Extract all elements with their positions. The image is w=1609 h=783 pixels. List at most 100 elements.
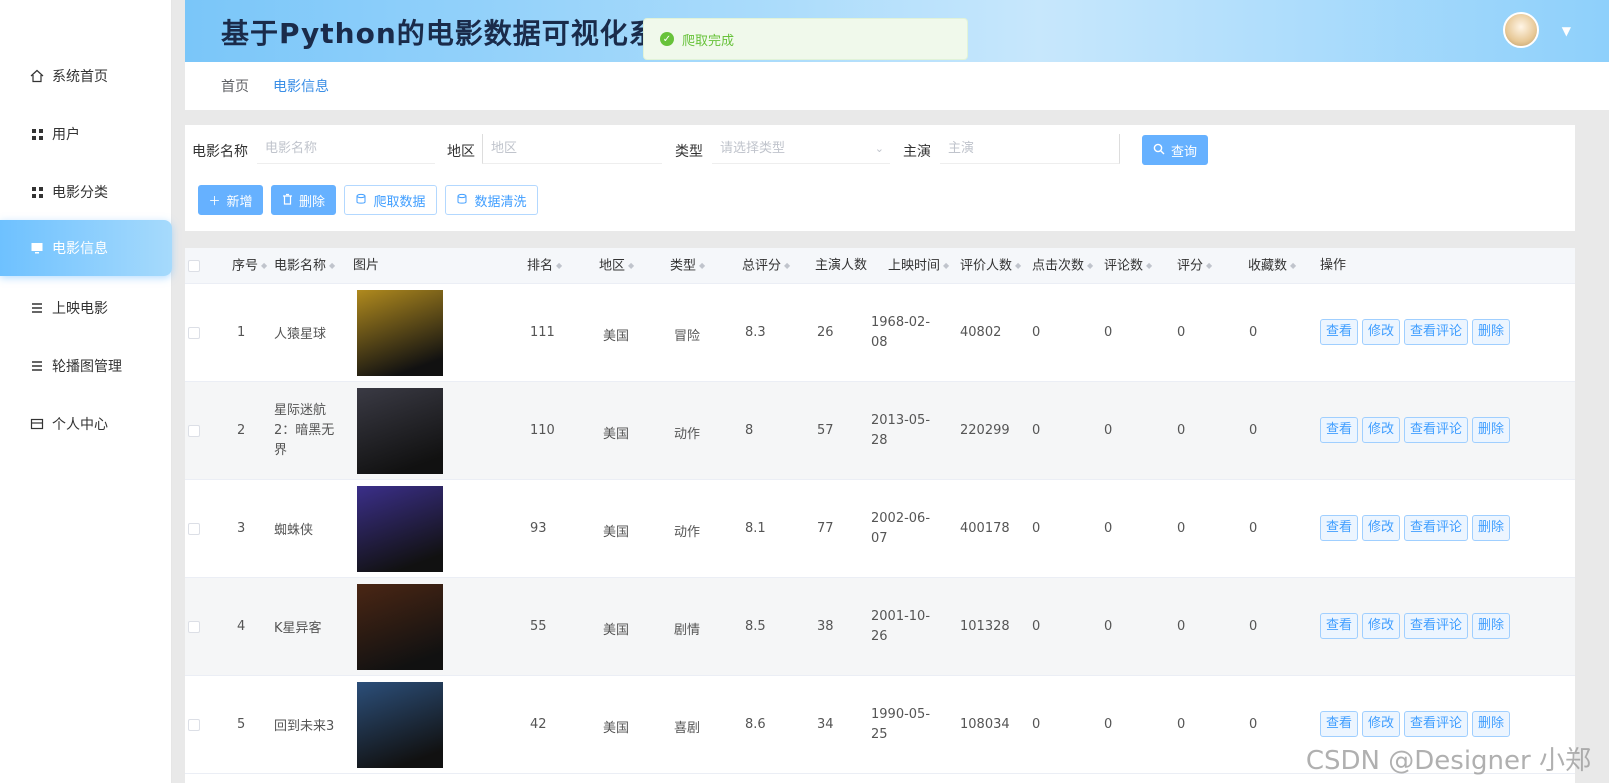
row-checkbox[interactable] (188, 327, 200, 339)
sidebar-item-showing[interactable]: 上映电影 (0, 280, 172, 336)
cell-region: 美国 (603, 623, 630, 638)
header-region[interactable]: 地区 ◆ (599, 248, 634, 284)
header-comments[interactable]: 评论数 ◆ (1104, 248, 1152, 284)
cell-rating: 0 (1177, 619, 1186, 634)
edit-button[interactable]: 修改 (1362, 417, 1401, 443)
cell-name: 人猿星球 (274, 327, 327, 342)
view-comments-button[interactable]: 查看评论 (1404, 613, 1469, 639)
sidebar-item-home[interactable]: 系统首页 (0, 48, 172, 104)
header-clicks[interactable]: 点击次数 ◆ (1032, 248, 1093, 284)
header-name[interactable]: 电影名称 ◆ (274, 248, 335, 284)
select-all-checkbox[interactable] (188, 260, 200, 272)
row-checkbox[interactable] (188, 523, 200, 535)
type-label: 类型 (675, 144, 703, 160)
header-rank[interactable]: 排名 ◆ (527, 248, 562, 284)
cell-date: 1990-05-25 (871, 707, 931, 742)
cell-actors: 26 (817, 325, 834, 340)
edit-button[interactable]: 修改 (1362, 711, 1401, 737)
header-release-date[interactable]: 上映时间 ◆ (888, 248, 949, 284)
header-type[interactable]: 类型 ◆ (670, 248, 705, 284)
crawl-data-button[interactable]: 爬取数据 (344, 185, 437, 215)
sidebar-item-profile[interactable]: 个人中心 (0, 396, 172, 452)
actor-input[interactable]: 主演 (940, 134, 1120, 164)
cell-region: 美国 (603, 329, 630, 344)
row-checkbox[interactable] (188, 621, 200, 633)
cell-clicks: 0 (1032, 521, 1041, 536)
view-button[interactable]: 查看 (1320, 613, 1359, 639)
row-actions: 查看 修改 查看评论 删除 (1320, 515, 1511, 541)
view-button[interactable]: 查看 (1320, 711, 1359, 737)
avatar[interactable] (1503, 12, 1539, 48)
sort-icon: ◆ (784, 261, 791, 270)
cell-region: 美国 (603, 721, 630, 736)
cell-rank: 111 (530, 325, 555, 340)
search-button[interactable]: 查询 (1142, 135, 1208, 165)
view-button[interactable]: 查看 (1320, 515, 1359, 541)
cell-actors: 77 (817, 521, 834, 536)
clean-data-button[interactable]: 数据清洗 (445, 185, 538, 215)
delete-row-button[interactable]: 删除 (1472, 613, 1511, 639)
header-index: 序号 ◆ (232, 248, 267, 284)
cell-date: 1968-02-08 (871, 315, 931, 350)
database-icon (456, 193, 468, 208)
sidebar-item-label: 上映电影 (52, 301, 108, 317)
sidebar-item-users[interactable]: 用户 (0, 106, 172, 162)
edit-button[interactable]: 修改 (1362, 319, 1401, 345)
edit-button[interactable]: 修改 (1362, 515, 1401, 541)
header-rating[interactable]: 评分 ◆ (1177, 248, 1212, 284)
cell-actors: 38 (817, 619, 834, 634)
watermark: CSDN @Designer 小郑 (1305, 746, 1591, 776)
cell-score: 8 (745, 423, 754, 438)
view-comments-button[interactable]: 查看评论 (1404, 319, 1469, 345)
filter-panel: 电影名称 电影名称 地区 地区 类型 请选择类型 ⌄ 主演 主演 查询 ＋ 新增… (185, 125, 1575, 231)
breadcrumb-home[interactable]: 首页 (221, 76, 249, 96)
cell-region: 美国 (603, 525, 630, 540)
sidebar-item-movie-category[interactable]: 电影分类 (0, 164, 172, 220)
view-comments-button[interactable]: 查看评论 (1404, 515, 1469, 541)
sidebar-item-carousel[interactable]: 轮播图管理 (0, 338, 172, 394)
cell-score: 8.3 (745, 325, 766, 340)
chevron-down-icon[interactable]: ▼ (1562, 24, 1571, 38)
movie-name-input[interactable]: 电影名称 (257, 134, 435, 164)
delete-row-button[interactable]: 删除 (1472, 515, 1511, 541)
cell-rank: 55 (530, 619, 547, 634)
plus-icon: ＋ (208, 193, 221, 208)
sort-icon: ◆ (261, 261, 268, 270)
delete-button[interactable]: 删除 (271, 185, 336, 215)
row-actions: 查看 修改 查看评论 删除 (1320, 711, 1511, 737)
cell-idx: 3 (237, 521, 246, 536)
check-circle-icon: ✓ (660, 32, 674, 46)
sidebar-item-label: 用户 (52, 127, 80, 143)
region-input[interactable]: 地区 (482, 134, 662, 164)
cell-actors: 57 (817, 423, 834, 438)
search-icon (1153, 143, 1165, 158)
header-review-count[interactable]: 评价人数 ◆ (960, 248, 1021, 284)
movie-poster (357, 486, 443, 572)
success-toast: ✓ 爬取完成 (643, 18, 968, 60)
sidebar-item-movie-info[interactable]: 电影信息 (0, 220, 172, 276)
view-button[interactable]: 查看 (1320, 319, 1359, 345)
monitor-icon (30, 241, 44, 255)
delete-row-button[interactable]: 删除 (1472, 417, 1511, 443)
header-actor-count[interactable]: 主演人数 (815, 248, 867, 284)
cell-clicks: 0 (1032, 325, 1041, 340)
cell-score: 8.5 (745, 619, 766, 634)
view-button[interactable]: 查看 (1320, 417, 1359, 443)
edit-button[interactable]: 修改 (1362, 613, 1401, 639)
movie-poster (357, 584, 443, 670)
row-checkbox[interactable] (188, 719, 200, 731)
add-button[interactable]: ＋ 新增 (198, 185, 263, 215)
cell-rating: 0 (1177, 521, 1186, 536)
header-total-score[interactable]: 总评分 ◆ (742, 248, 790, 284)
view-comments-button[interactable]: 查看评论 (1404, 417, 1469, 443)
sort-icon: ◆ (699, 261, 706, 270)
row-checkbox[interactable] (188, 425, 200, 437)
delete-row-button[interactable]: 删除 (1472, 711, 1511, 737)
movie-poster (357, 682, 443, 768)
card-icon (30, 417, 44, 431)
view-comments-button[interactable]: 查看评论 (1404, 711, 1469, 737)
type-select[interactable]: 请选择类型 ⌄ (712, 134, 890, 164)
delete-row-button[interactable]: 删除 (1472, 319, 1511, 345)
header-favorites[interactable]: 收藏数 ◆ (1248, 248, 1296, 284)
cell-rating: 0 (1177, 423, 1186, 438)
